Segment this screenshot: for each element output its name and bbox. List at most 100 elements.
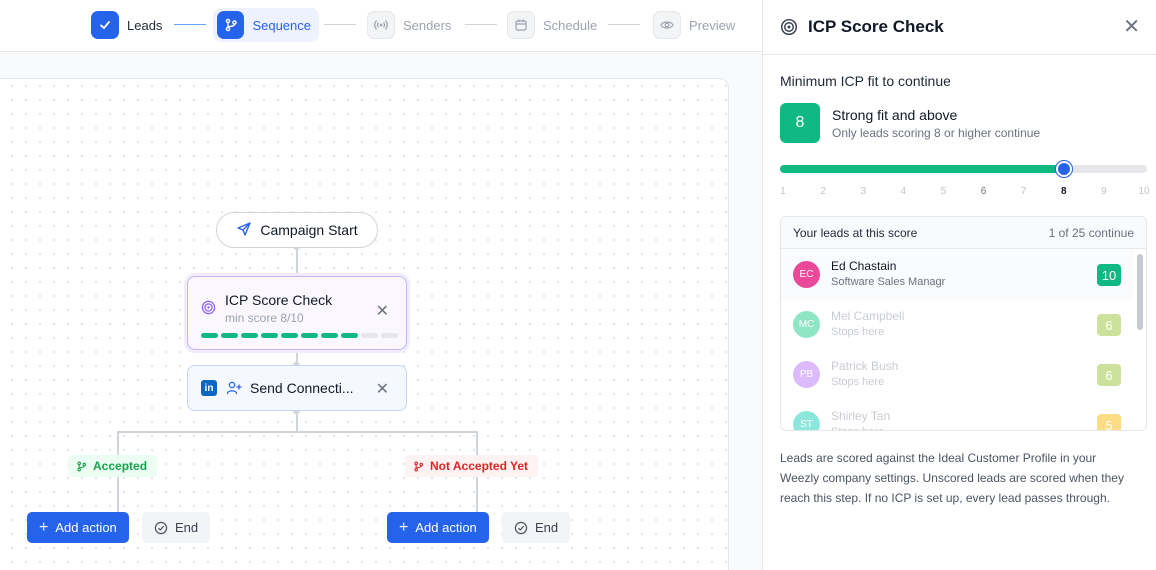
plus-icon: + — [39, 518, 49, 536]
lead-score-badge: 5 — [1097, 414, 1121, 430]
step-label: Sequence — [252, 17, 311, 33]
campaign-start-node[interactable]: Campaign Start — [216, 212, 378, 248]
panel-header: ICP Score Check ✕ — [763, 0, 1156, 55]
add-action-button-accepted[interactable]: + Add action — [27, 512, 129, 543]
slider-tick-label: 1 — [780, 186, 786, 197]
connector-line — [296, 411, 298, 431]
score-bar-segment — [381, 333, 398, 338]
leads-list-header: Your leads at this score 1 of 25 continu… — [781, 217, 1146, 249]
step-label: Preview — [689, 17, 736, 33]
end-button-accepted[interactable]: End — [142, 512, 211, 543]
user-plus-icon — [226, 380, 242, 396]
target-icon — [201, 300, 216, 320]
node-subtitle: min score 8/10 — [225, 311, 304, 325]
step-senders[interactable]: Senders — [363, 8, 459, 42]
calendar-icon — [507, 11, 535, 39]
plus-icon: + — [399, 518, 409, 536]
send-icon — [236, 221, 260, 240]
slider-tick-label: 9 — [1101, 186, 1107, 197]
step-label: Senders — [403, 17, 452, 33]
branch-line — [476, 477, 478, 512]
slider-tick-label: 10 — [1138, 186, 1150, 197]
button-label: Add action — [415, 520, 477, 535]
leads-list: Your leads at this score 1 of 25 continu… — [780, 216, 1147, 431]
broadcast-icon — [367, 11, 395, 39]
avatar: EC — [793, 261, 820, 288]
end-button-not-accepted[interactable]: End — [502, 512, 571, 543]
step-connector — [608, 24, 640, 25]
step-connector — [324, 24, 356, 25]
step-preview[interactable]: Preview — [649, 8, 743, 42]
slider-tick-label: 7 — [1020, 186, 1027, 197]
step-connector — [174, 24, 206, 25]
connector-line — [296, 248, 298, 276]
target-icon — [780, 18, 798, 36]
branch-icon — [77, 461, 87, 471]
branch-line — [476, 431, 478, 455]
lead-name: Ed Chastain — [831, 259, 897, 273]
node-title: ICP Score Check — [225, 292, 333, 308]
lead-name: Shirley Tan — [831, 409, 891, 423]
node-title: Send Connecti... — [250, 380, 354, 396]
lead-row[interactable]: PB Patrick Bush Stops here 6 — [781, 350, 1133, 400]
slider-fill — [780, 165, 1066, 173]
check-circle-icon — [514, 521, 528, 534]
check-icon — [91, 11, 119, 39]
add-action-button-not-accepted[interactable]: + Add action — [387, 512, 489, 543]
lead-role: Stops here — [831, 326, 885, 338]
score-subtitle: Only leads scoring 8 or higher continue — [832, 126, 1041, 140]
step-connector — [465, 24, 497, 25]
close-icon[interactable]: ✕ — [376, 301, 389, 321]
step-leads[interactable]: Leads — [87, 8, 170, 42]
step-schedule[interactable]: Schedule — [503, 8, 605, 42]
slider-handle[interactable] — [1055, 161, 1072, 177]
score-slider[interactable] — [780, 161, 1147, 177]
branch-label-text: Accepted — [93, 459, 148, 473]
leads-header-label: Your leads at this score — [793, 225, 918, 240]
icp-settings-panel: ICP Score Check ✕ Minimum ICP fit to con… — [762, 0, 1156, 570]
lead-row[interactable]: MC Mel Campbell Stops here 6 — [781, 300, 1133, 350]
step-label: Schedule — [543, 17, 598, 33]
score-bar-segment — [321, 333, 338, 338]
eye-icon — [653, 11, 681, 39]
lead-score-badge: 6 — [1097, 364, 1121, 386]
lead-row[interactable]: EC Ed Chastain Software Sales Managr 10 — [781, 250, 1133, 300]
lead-name: Patrick Bush — [831, 359, 899, 373]
lead-score-badge: 10 — [1097, 264, 1121, 286]
step-sequence[interactable]: Sequence — [213, 8, 319, 42]
score-bar-segment — [281, 333, 298, 338]
slider-tick-label: 3 — [860, 186, 866, 197]
score-badge: 8 — [780, 103, 820, 143]
score-bar — [201, 333, 398, 338]
score-bar-segment — [201, 333, 218, 338]
avatar: MC — [793, 311, 820, 338]
slider-tick-label: 8 — [1060, 186, 1067, 197]
icp-score-check-node[interactable]: ICP Score Check min score 8/10 ✕ — [187, 276, 407, 350]
score-bar-segment — [261, 333, 278, 338]
branch-label-text: Not Accepted Yet — [430, 459, 529, 473]
score-title: Strong fit and above — [832, 107, 958, 123]
section-label: Minimum ICP fit to continue — [780, 73, 951, 89]
score-bar-segment — [221, 333, 238, 338]
lead-role: Software Sales Managr — [831, 276, 946, 288]
slider-tick-label: 2 — [820, 186, 826, 197]
step-label: Leads — [127, 17, 163, 33]
branch-not-accepted-label: Not Accepted Yet — [405, 455, 539, 477]
slider-tick-label: 4 — [900, 186, 907, 197]
lead-role: Stops here — [831, 426, 884, 430]
branch-line — [117, 431, 477, 433]
score-bar-segment — [361, 333, 378, 338]
lead-row[interactable]: ST Shirley Tan Stops here 5 — [781, 400, 1133, 430]
scrollbar[interactable] — [1137, 254, 1143, 330]
lead-role: Stops here — [831, 376, 885, 388]
start-label: Campaign Start — [260, 222, 358, 238]
close-icon[interactable]: ✕ — [376, 379, 389, 399]
lead-score-badge: 6 — [1097, 314, 1121, 336]
button-label: End — [535, 520, 559, 535]
close-icon[interactable]: ✕ — [1123, 14, 1140, 39]
branch-icon — [217, 11, 245, 39]
branch-line — [117, 431, 119, 455]
panel-title: ICP Score Check — [808, 17, 944, 36]
score-bar-segment — [341, 333, 358, 338]
send-connection-node[interactable]: in Send Connecti... ✕ — [187, 365, 407, 411]
